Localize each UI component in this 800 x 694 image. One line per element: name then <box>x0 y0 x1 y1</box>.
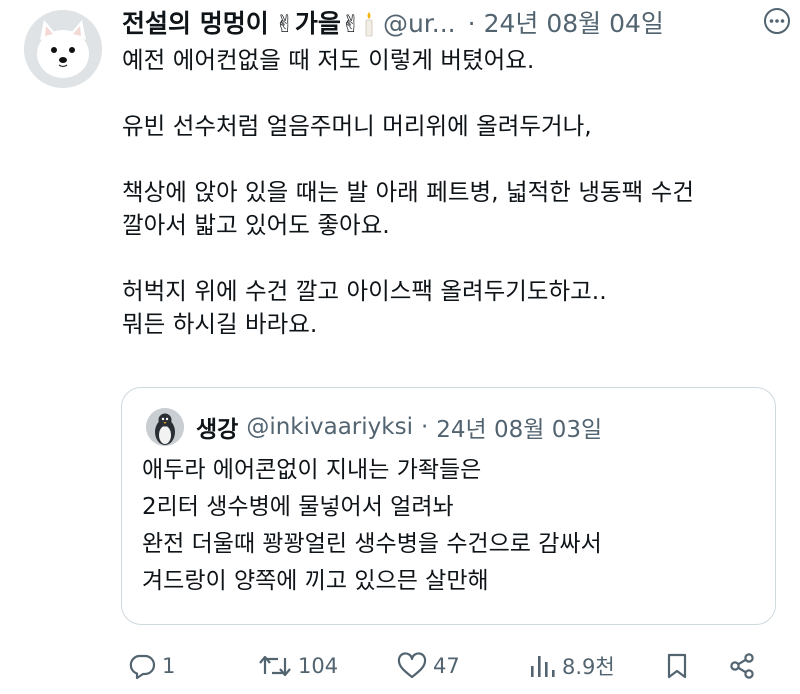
quoted-tweet-card[interactable]: 생강 @inkivaariyksi · 24년 08월 03일 애두라 에어콘없… <box>121 387 776 625</box>
quote-line: 겨드랑이 양쪽에 끼고 있으믄 살만해 <box>142 568 489 594</box>
reply-icon <box>129 654 156 680</box>
victory-hand-icon: ✌ <box>340 10 361 38</box>
more-options-icon[interactable] <box>762 6 792 36</box>
tweet-line: 예전 에어컨없을 때 저도 이렇게 버텼어요. <box>122 46 535 74</box>
views-icon <box>531 656 555 677</box>
tweet-text: 예전 에어컨없을 때 저도 이렇게 버텼어요. 유빈 선수처럼 얼음주머니 머리… <box>122 44 782 341</box>
author-name-suffix[interactable]: 가을 <box>295 6 341 42</box>
author-handle[interactable]: @ur... <box>383 6 456 42</box>
retweet-button[interactable]: 104 <box>258 644 338 688</box>
reply-count: 1 <box>162 654 176 678</box>
tweet-line: 유빈 선수처럼 얼음주머니 머리위에 올려두거나, <box>122 112 592 140</box>
tweet-header: 전설의 멍멍이 ✌ 가을 ✌ @ur... · 24년 08월 04일 <box>122 6 782 42</box>
penguin-avatar-icon <box>146 408 184 446</box>
retweet-count: 104 <box>298 654 339 678</box>
retweet-icon <box>259 655 291 677</box>
quote-header-separator: · <box>420 414 429 440</box>
candle-icon <box>363 11 375 37</box>
like-icon <box>397 652 427 679</box>
reply-button[interactable]: 1 <box>128 644 175 688</box>
like-count: 47 <box>433 654 460 678</box>
tweet-date[interactable]: 24년 08월 04일 <box>484 6 664 42</box>
quote-header: 생강 @inkivaariyksi · 24년 08월 03일 <box>196 408 602 446</box>
tweet-action-bar: 1 104 47 8.9천 <box>0 644 800 688</box>
bookmark-button[interactable] <box>664 644 690 688</box>
like-button[interactable]: 47 <box>397 644 460 688</box>
share-icon <box>730 653 754 679</box>
header-separator: · <box>467 9 476 38</box>
quote-line: 2리터 생수병에 물넣어서 얼려놔 <box>142 494 454 520</box>
view-count: 8.9천 <box>562 655 615 679</box>
quote-author-avatar[interactable] <box>146 408 184 446</box>
quote-author-handle[interactable]: @inkivaariyksi <box>246 414 413 440</box>
quote-date[interactable]: 24년 08월 03일 <box>436 410 602 444</box>
tweet-line: 뭐든 하시길 바라요. <box>122 310 318 338</box>
share-button[interactable] <box>728 644 756 688</box>
quote-text: 애두라 에어콘없이 지내는 가좍들은 2리터 생수병에 물넣어서 얼려놔 완전 … <box>142 452 602 600</box>
views-button[interactable]: 8.9천 <box>528 644 615 688</box>
white-dog-avatar-icon <box>24 10 102 88</box>
tweet-line: 깔아서 밟고 있어도 좋아요. <box>122 211 390 239</box>
quote-line: 완전 더울때 꽝꽝얼린 생수병을 수건으로 감싸서 <box>142 531 602 557</box>
bookmark-icon <box>667 653 687 679</box>
quote-author-name[interactable]: 생강 <box>196 410 238 444</box>
tweet-line: 책상에 앉아 있을 때는 발 아래 페트병, 넓적한 냉동팩 수건 <box>122 178 694 206</box>
quote-line: 애두라 에어콘없이 지내는 가좍들은 <box>142 457 482 483</box>
victory-hand-icon: ✌ <box>274 10 295 38</box>
author-avatar[interactable] <box>24 10 102 88</box>
tweet-line: 허벅지 위에 수건 깔고 아이스팩 올려두기도하고.. <box>122 277 607 305</box>
author-display-name[interactable]: 전설의 멍멍이 <box>122 6 269 42</box>
